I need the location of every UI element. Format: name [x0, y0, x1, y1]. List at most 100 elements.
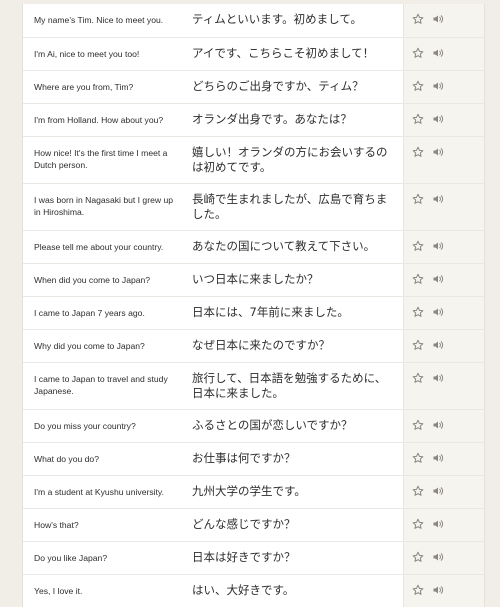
sentence-row: I was born in Nagasaki but I grew up in …: [23, 183, 484, 230]
english-sentence: I'm Ai, nice to meet you too!: [34, 49, 140, 59]
speaker-icon[interactable]: [432, 80, 444, 92]
speaker-icon[interactable]: [432, 193, 444, 205]
row-actions: [403, 410, 484, 442]
row-actions: [403, 443, 484, 475]
row-actions: [403, 363, 484, 409]
sentence-row: Please tell me about your country. あなたの国…: [23, 230, 484, 263]
japanese-sentence: はい、大好きです。: [192, 583, 295, 597]
star-outline-icon[interactable]: [412, 47, 424, 59]
star-outline-icon[interactable]: [412, 419, 424, 431]
english-sentence: Do you like Japan?: [34, 553, 108, 563]
speaker-icon[interactable]: [432, 47, 444, 59]
sentence-row: I came to Japan to travel and study Japa…: [23, 362, 484, 409]
english-sentence: How nice! It's the first time I meet a D…: [34, 148, 168, 170]
japanese-sentence: 日本には、7年前に来ました。: [192, 305, 349, 319]
japanese-sentence: お仕事は何ですか？: [192, 451, 296, 465]
speaker-icon[interactable]: [432, 551, 444, 563]
english-sentence: Please tell me about your country.: [34, 242, 164, 252]
speaker-icon[interactable]: [432, 339, 444, 351]
row-actions: [403, 231, 484, 263]
row-actions: [403, 137, 484, 183]
english-sentence: Where are you from, Tim?: [34, 82, 134, 92]
sentence-row: I came to Japan 7 years ago. 日本には、7年前に来ま…: [23, 296, 484, 329]
english-sentence: I came to Japan 7 years ago.: [34, 308, 145, 318]
speaker-icon[interactable]: [432, 240, 444, 252]
row-actions: [403, 4, 484, 37]
speaker-icon[interactable]: [432, 584, 444, 596]
english-sentence: What do you do?: [34, 454, 99, 464]
star-outline-icon[interactable]: [412, 452, 424, 464]
sentence-row: When did you come to Japan? いつ日本に来ましたか？: [23, 263, 484, 296]
star-outline-icon[interactable]: [412, 372, 424, 384]
japanese-sentence: ティムといいます。初めまして。: [192, 12, 362, 26]
japanese-sentence: どちらのご出身ですか、ティム？: [192, 79, 364, 93]
row-actions: [403, 476, 484, 508]
sentence-row: Where are you from, Tim? どちらのご出身ですか、ティム？: [23, 70, 484, 103]
row-actions: [403, 542, 484, 574]
japanese-sentence: 長崎で生まれましたが、広島で育ちました。: [192, 192, 388, 221]
english-sentence: How's that?: [34, 520, 79, 530]
star-outline-icon[interactable]: [412, 518, 424, 530]
speaker-icon[interactable]: [432, 273, 444, 285]
english-sentence: When did you come to Japan?: [34, 275, 151, 285]
row-actions: [403, 104, 484, 136]
star-outline-icon[interactable]: [412, 339, 424, 351]
english-sentence: I came to Japan to travel and study Japa…: [34, 374, 168, 396]
sentence-row: How's that? どんな感じですか？: [23, 508, 484, 541]
row-actions: [403, 330, 484, 362]
japanese-sentence: 九州大学の学生です。: [192, 484, 306, 498]
japanese-sentence: 旅行して、日本語を勉強するために、日本に来ました。: [192, 371, 387, 400]
english-sentence: I'm from Holland. How about you?: [34, 115, 164, 125]
sentence-row: Do you miss your country? ふるさとの国が恋しいですか？: [23, 409, 484, 442]
star-outline-icon[interactable]: [412, 551, 424, 563]
japanese-sentence: 嬉しい！オランダの方にお会いするのは初めてです。: [192, 145, 388, 174]
speaker-icon[interactable]: [432, 419, 444, 431]
sentence-row: How nice! It's the first time I meet a D…: [23, 136, 484, 183]
row-actions: [403, 509, 484, 541]
sentence-table: My name's Tim. Nice to meet you. ティムといいま…: [22, 4, 485, 607]
english-sentence: Do you miss your country?: [34, 421, 136, 431]
star-outline-icon[interactable]: [412, 113, 424, 125]
star-outline-icon[interactable]: [412, 13, 424, 25]
row-actions: [403, 575, 484, 607]
speaker-icon[interactable]: [432, 485, 444, 497]
row-actions: [403, 38, 484, 70]
english-sentence: My name's Tim. Nice to meet you.: [34, 15, 164, 25]
japanese-sentence: どんな感じですか？: [192, 517, 296, 531]
row-actions: [403, 71, 484, 103]
star-outline-icon[interactable]: [412, 584, 424, 596]
row-actions: [403, 264, 484, 296]
japanese-sentence: 日本は好きですか？: [192, 550, 296, 564]
english-sentence: I'm a student at Kyushu university.: [34, 487, 164, 497]
star-outline-icon[interactable]: [412, 273, 424, 285]
japanese-sentence: なぜ日本に来たのですか？: [192, 338, 330, 352]
english-sentence: Yes, I love it.: [34, 586, 83, 596]
star-outline-icon[interactable]: [412, 80, 424, 92]
japanese-sentence: いつ日本に来ましたか？: [192, 272, 319, 286]
english-sentence: I was born in Nagasaki but I grew up in …: [34, 195, 174, 217]
english-sentence: Why did you come to Japan?: [34, 341, 145, 351]
speaker-icon[interactable]: [432, 372, 444, 384]
speaker-icon[interactable]: [432, 452, 444, 464]
sentence-row: Why did you come to Japan? なぜ日本に来たのですか？: [23, 329, 484, 362]
speaker-icon[interactable]: [432, 146, 444, 158]
star-outline-icon[interactable]: [412, 485, 424, 497]
speaker-icon[interactable]: [432, 306, 444, 318]
sentence-row: I'm Ai, nice to meet you too! アイです、こちらこそ…: [23, 37, 484, 70]
star-outline-icon[interactable]: [412, 146, 424, 158]
speaker-icon[interactable]: [432, 518, 444, 530]
sentence-row: My name's Tim. Nice to meet you. ティムといいま…: [23, 4, 484, 37]
star-outline-icon[interactable]: [412, 306, 424, 318]
japanese-sentence: あなたの国について教えて下さい。: [192, 239, 376, 253]
row-actions: [403, 184, 484, 230]
star-outline-icon[interactable]: [412, 240, 424, 252]
japanese-sentence: アイです、こちらこそ初めまして！: [192, 46, 375, 60]
sentence-row: I'm a student at Kyushu university. 九州大学…: [23, 475, 484, 508]
japanese-sentence: ふるさとの国が恋しいですか？: [192, 418, 353, 432]
sentence-row: What do you do? お仕事は何ですか？: [23, 442, 484, 475]
sentence-row: Yes, I love it. はい、大好きです。: [23, 574, 484, 607]
sentence-row: I'm from Holland. How about you? オランダ出身で…: [23, 103, 484, 136]
speaker-icon[interactable]: [432, 13, 444, 25]
speaker-icon[interactable]: [432, 113, 444, 125]
star-outline-icon[interactable]: [412, 193, 424, 205]
